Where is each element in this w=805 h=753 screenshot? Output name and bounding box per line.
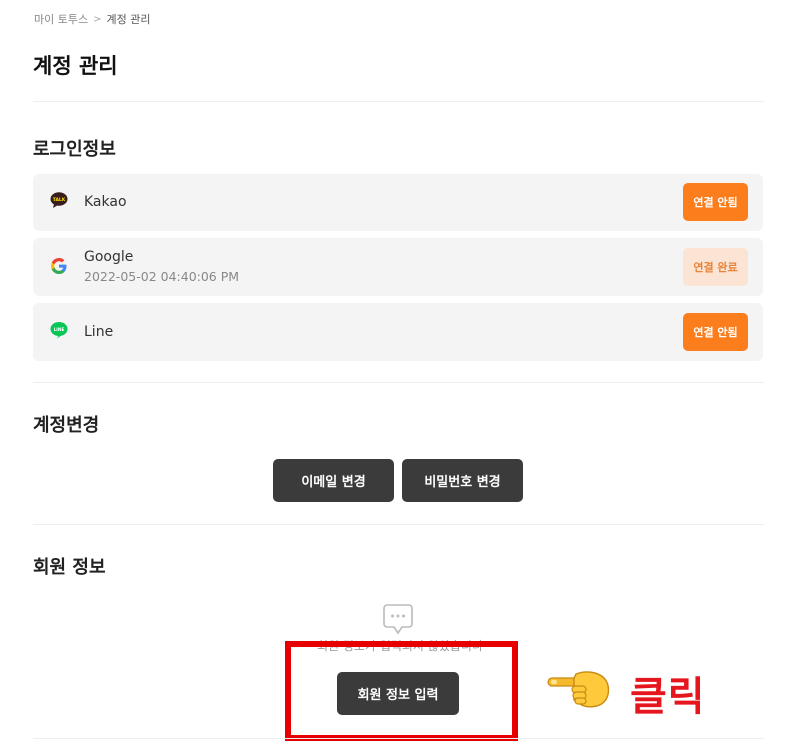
provider-name: Kakao [84,194,127,210]
login-section-title: 로그인정보 [33,139,116,160]
kakao-talk-icon: TALK [50,192,68,208]
breadcrumb: 마이 토투스 > 계정 관리 [34,11,150,27]
line-connect-button[interactable]: 연결 안됨 [683,313,748,351]
divider [33,101,764,102]
breadcrumb-parent[interactable]: 마이 토투스 [34,11,88,27]
login-row-kakao: TALK Kakao 연결 안됨 [33,174,763,231]
divider [33,738,764,739]
divider [33,382,764,383]
member-info-section-title: 회원 정보 [33,557,106,578]
account-change-section-title: 계정변경 [33,415,100,436]
change-password-button[interactable]: 비밀번호 변경 [402,459,523,502]
google-icon [51,258,67,274]
login-row-google: Google 2022-05-02 04:40:06 PM 연결 완료 [33,238,763,296]
breadcrumb-current: 계정 관리 [106,13,151,26]
kakao-connect-button[interactable]: 연결 안됨 [683,183,748,221]
breadcrumb-separator: > [93,13,102,25]
login-row-line: LINE Line 연결 안됨 [33,303,763,361]
click-annotation-label: 클릭 [630,674,706,720]
change-email-button[interactable]: 이메일 변경 [273,459,394,502]
page-title: 계정 관리 [33,54,118,78]
divider [33,524,764,525]
svg-text:LINE: LINE [54,327,65,333]
google-connected-button[interactable]: 연결 완료 [683,248,748,286]
line-icon: LINE [50,322,68,339]
provider-connected-date: 2022-05-02 04:40:06 PM [84,269,240,284]
enter-member-info-button[interactable]: 회원 정보 입력 [337,672,459,715]
provider-name: Line [84,324,114,340]
pointing-hand-icon [547,671,610,708]
chat-bubble-icon [383,604,413,635]
provider-name: Google [84,249,134,265]
svg-text:TALK: TALK [53,197,66,203]
